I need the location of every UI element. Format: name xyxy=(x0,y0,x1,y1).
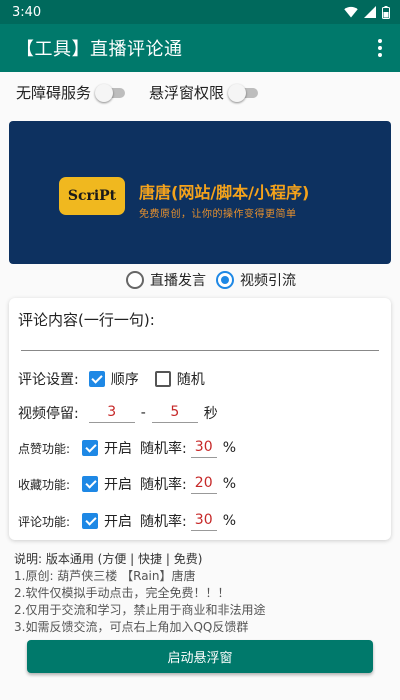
comment-settings-label: 评论设置: xyxy=(18,372,79,388)
favorite-rate-input[interactable]: 20 xyxy=(190,475,217,494)
instructions-line: 1.原创: 葫芦侠三楼 【Rain】唐唐 xyxy=(14,569,196,583)
signal-icon xyxy=(364,6,376,18)
status-bar: 3:40 xyxy=(0,0,400,24)
rate-label: 随机率: xyxy=(140,477,187,493)
comment-settings-row: 评论设置: 顺序 随机 xyxy=(18,369,205,389)
instructions-line: 3.如需反馈交流，可点右上角加入QQ反馈群 xyxy=(14,620,249,634)
permission-row: 无障碍服务 悬浮窗权限 xyxy=(16,82,282,103)
like-enable-checkbox[interactable] xyxy=(82,440,98,456)
favorite-feature-label: 收藏功能: xyxy=(18,477,71,492)
mode-radio-group: 直播发言 视频引流 xyxy=(126,270,306,290)
comment-content-label: 评论内容(一行一句): xyxy=(18,311,155,329)
more-options-icon[interactable] xyxy=(372,39,388,57)
comment-feature-label: 评论功能: xyxy=(18,514,71,529)
radio-live-comment[interactable]: 直播发言 xyxy=(126,270,206,290)
random-checkbox[interactable] xyxy=(154,371,171,387)
percent-sign: % xyxy=(222,440,237,456)
video-stay-row: 视频停留: 3 - 5 秒 xyxy=(18,403,218,423)
favorite-enable-checkbox[interactable] xyxy=(82,476,98,492)
settings-card: 评论内容(一行一句): 评论设置: 顺序 随机 视频停留: 3 - 5 秒 点赞… xyxy=(9,298,391,540)
video-stay-label: 视频停留: xyxy=(18,406,79,422)
floating-window-switch[interactable] xyxy=(228,83,260,102)
floating-window-toggle-row: 悬浮窗权限 xyxy=(149,82,260,103)
rate-label: 随机率: xyxy=(140,514,187,530)
favorite-feature-row: 收藏功能: 开启 随机率: 20 % xyxy=(18,474,236,494)
percent-sign: % xyxy=(222,476,237,492)
like-rate-input[interactable]: 30 xyxy=(190,439,217,458)
wifi-icon xyxy=(344,6,358,18)
radio-label: 视频引流 xyxy=(240,273,296,289)
like-feature-label: 点赞功能: xyxy=(18,441,71,456)
comment-rate-input[interactable]: 30 xyxy=(190,512,217,531)
stay-dash: - xyxy=(140,405,146,421)
banner-title: 唐唐(网站/脚本/小程序) xyxy=(139,183,310,202)
app-bar: 【工具】直播评论通 xyxy=(0,24,400,72)
radio-circle-selected[interactable] xyxy=(216,271,234,289)
instructions-line: 2.仅用于交流和学习，禁止用于商业和非法用途 xyxy=(14,603,266,617)
radio-video-traffic[interactable]: 视频引流 xyxy=(216,270,296,290)
rate-label: 随机率: xyxy=(140,441,187,457)
instructions-line: 2.软件仅模拟手动点击，完全免费！！！ xyxy=(14,586,230,600)
stay-max-input[interactable]: 5 xyxy=(151,404,198,423)
enable-label: 开启 xyxy=(104,514,132,530)
radio-circle[interactable] xyxy=(126,271,144,289)
accessibility-switch[interactable] xyxy=(95,83,127,102)
floating-window-label: 悬浮窗权限 xyxy=(149,84,225,102)
app-title: 【工具】直播评论通 xyxy=(16,39,183,60)
promo-banner[interactable]: ScriPt 唐唐(网站/脚本/小程序) 免费原创，让你的操作变得更简单 xyxy=(9,121,391,264)
instructions-heading: 说明: 版本通用 (方便 | 快捷 | 免费) xyxy=(14,552,203,566)
order-label: 顺序 xyxy=(110,372,139,388)
stay-unit: 秒 xyxy=(203,406,218,422)
random-label: 随机 xyxy=(176,372,205,388)
banner-subtitle: 免费原创，让你的操作变得更简单 xyxy=(139,209,297,220)
status-time: 3:40 xyxy=(12,4,42,20)
accessibility-toggle-row: 无障碍服务 xyxy=(16,82,127,103)
order-checkbox[interactable] xyxy=(88,371,105,387)
status-icons xyxy=(344,5,390,19)
enable-label: 开启 xyxy=(104,477,132,493)
enable-label: 开启 xyxy=(104,441,132,457)
script-logo: ScriPt xyxy=(59,177,125,215)
comment-input[interactable] xyxy=(21,350,379,351)
percent-sign: % xyxy=(222,513,237,529)
battery-icon xyxy=(382,5,390,19)
comment-enable-checkbox[interactable] xyxy=(82,513,98,529)
start-floating-window-button[interactable]: 启动悬浮窗 xyxy=(27,640,373,673)
like-feature-row: 点赞功能: 开启 随机率: 30 % xyxy=(18,438,236,458)
accessibility-label: 无障碍服务 xyxy=(16,84,92,102)
stay-min-input[interactable]: 3 xyxy=(88,404,135,423)
instructions: 说明: 版本通用 (方便 | 快捷 | 免费) 1.原创: 葫芦侠三楼 【Rai… xyxy=(14,551,265,636)
comment-feature-row: 评论功能: 开启 随机率: 30 % xyxy=(18,511,236,531)
radio-label: 直播发言 xyxy=(150,273,206,289)
